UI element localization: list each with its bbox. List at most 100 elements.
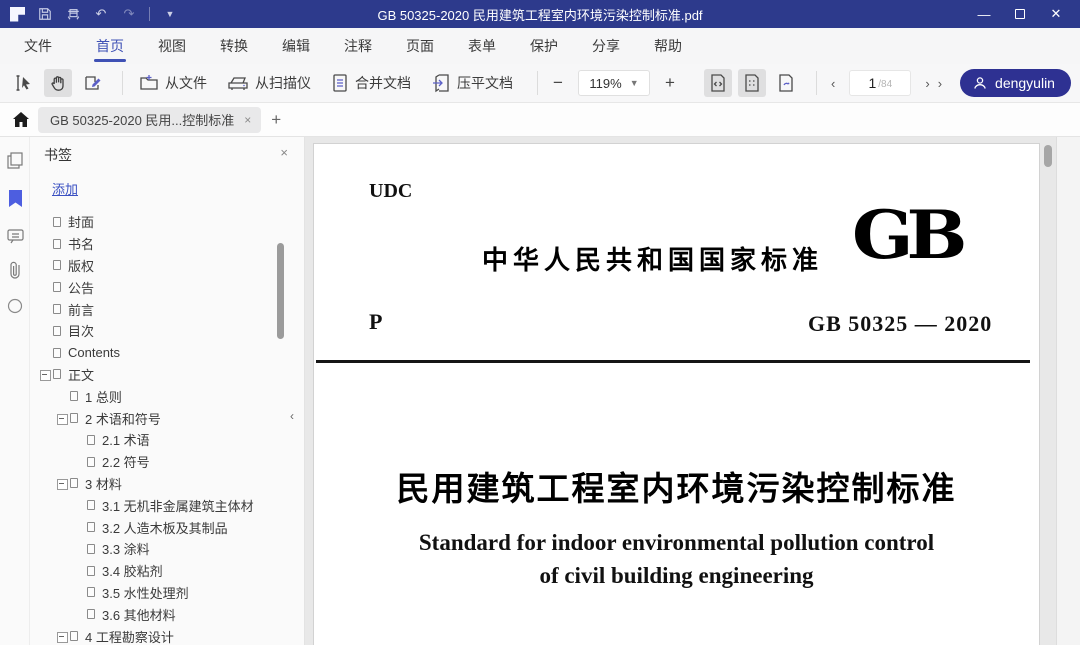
tree-spacer <box>74 544 87 553</box>
bookmark-label: 3.6 其他材料 <box>102 605 176 624</box>
bookmark-item[interactable]: 2 术语和符号 <box>40 407 274 429</box>
add-bookmark-link[interactable]: 添加 <box>52 179 78 198</box>
page-number-input[interactable]: 1 /84 <box>849 70 911 96</box>
bookmark-icon <box>87 522 95 532</box>
application-window: ↶ ↷ ▼ GB 50325-2020 民用建筑工程室内环境污染控制标准.pdf… <box>0 0 1080 645</box>
bookmark-icon <box>87 587 95 597</box>
previous-page-button[interactable]: ‹ <box>827 76 839 91</box>
menubar: 文件 首页视图转换编辑注释页面表单保护分享帮助 <box>0 28 1080 64</box>
bookmark-item[interactable]: 2.2 符号 <box>40 451 274 473</box>
reflow-view-button[interactable] <box>772 69 800 97</box>
viewer-scrollbar-thumb[interactable] <box>1044 145 1052 167</box>
home-tab-button[interactable] <box>8 112 34 127</box>
bookmark-item[interactable]: 公告 <box>40 276 274 298</box>
bookmark-item[interactable]: 4 工程勘察设计 <box>40 625 274 645</box>
bookmark-item[interactable]: 前言 <box>40 298 274 320</box>
bookmark-item[interactable]: 3.6 其他材料 <box>40 603 274 625</box>
redo-icon[interactable]: ↷ <box>121 6 137 22</box>
zoom-level-value: 119% <box>589 76 621 91</box>
collapse-panel-handle[interactable]: ‹ <box>290 409 294 423</box>
menu-tab[interactable]: 页面 <box>404 28 436 64</box>
bookmark-item[interactable]: 书名 <box>40 233 274 255</box>
create-from-scanner-button[interactable]: 从扫描仪 <box>221 69 317 97</box>
menu-tab[interactable]: 保护 <box>528 28 560 64</box>
bookmark-label: 2 术语和符号 <box>85 409 161 428</box>
menu-tab[interactable]: 编辑 <box>280 28 312 64</box>
bookmark-item[interactable]: 正文 <box>40 364 274 386</box>
bookmarks-panel-button[interactable] <box>6 189 24 207</box>
menu-tab[interactable]: 分享 <box>590 28 622 64</box>
tree-spacer <box>74 457 87 466</box>
menu-tab[interactable]: 视图 <box>156 28 188 64</box>
menu-tab[interactable]: 表单 <box>466 28 498 64</box>
save-icon[interactable] <box>37 6 53 22</box>
undo-icon[interactable]: ↶ <box>93 6 109 22</box>
bookmark-item[interactable]: 3.2 人造木板及其制品 <box>40 516 274 538</box>
bookmark-item[interactable]: 目次 <box>40 320 274 342</box>
bookmark-item[interactable]: 3.3 涂料 <box>40 538 274 560</box>
horizontal-rule <box>316 360 1030 363</box>
user-name-label: dengyulin <box>995 75 1055 91</box>
select-tool-button[interactable] <box>10 69 38 97</box>
attachments-panel-button[interactable] <box>6 261 24 279</box>
menu-tab[interactable]: 首页 <box>94 28 126 64</box>
collapse-toggle-icon[interactable] <box>57 414 70 423</box>
pdf-viewer[interactable]: UDC 中华人民共和国国家标准 GB P GB 50325 — 2020 民用建… <box>305 137 1056 645</box>
typewriter-icon[interactable] <box>65 6 81 22</box>
customize-toolbar-dropdown-icon[interactable]: ▼ <box>162 6 178 22</box>
hand-tool-button[interactable] <box>44 69 72 97</box>
more-navigation-button[interactable]: › <box>934 76 946 91</box>
bookmark-item[interactable]: 3.1 无机非金属建筑主体材 <box>40 494 274 516</box>
menu-tab[interactable]: 转换 <box>218 28 250 64</box>
tree-spacer <box>57 392 70 401</box>
zoom-out-button[interactable]: − <box>548 73 568 93</box>
close-tab-icon[interactable]: × <box>244 113 251 127</box>
bookmark-icon <box>87 609 95 619</box>
maximize-button[interactable] <box>1006 3 1034 25</box>
bookmark-label: 公告 <box>68 278 94 297</box>
comments-panel-button[interactable] <box>6 227 24 245</box>
bookmark-item[interactable]: Contents <box>40 342 274 364</box>
document-tab-active[interactable]: GB 50325-2020 民用...控制标准 × <box>38 107 261 133</box>
bookmark-item[interactable]: 3.4 胶粘剂 <box>40 560 274 582</box>
menu-tab[interactable]: 帮助 <box>652 28 684 64</box>
zoom-in-button[interactable]: + <box>660 73 680 93</box>
zoom-level-select[interactable]: 119% ▼ <box>578 70 650 96</box>
flatten-document-button[interactable]: 压平文档 <box>425 69 519 97</box>
new-tab-button[interactable]: + <box>271 110 281 130</box>
menu-tab[interactable]: 文件 <box>22 28 54 64</box>
tree-spacer <box>74 566 87 575</box>
bookmark-item[interactable]: 3.5 水性处理剂 <box>40 582 274 604</box>
collapse-toggle-icon[interactable] <box>57 479 70 488</box>
close-button[interactable]: ✕ <box>1042 3 1070 25</box>
bookmark-icon <box>53 282 61 292</box>
page-thumbnails-panel-button[interactable] <box>6 151 24 169</box>
document-title-english-line1: Standard for indoor environmental pollut… <box>314 530 1039 556</box>
collapse-toggle-icon[interactable] <box>40 370 53 379</box>
bookmark-item[interactable]: 3 材料 <box>40 473 274 495</box>
titlebar-separator <box>149 7 150 21</box>
bookmark-item[interactable]: 版权 <box>40 255 274 277</box>
create-from-file-button[interactable]: 从文件 <box>133 69 213 97</box>
edit-tool-button[interactable] <box>78 69 106 97</box>
minimize-button[interactable]: — <box>970 3 998 25</box>
single-page-view-button[interactable] <box>704 69 732 97</box>
collapse-toggle-icon[interactable] <box>57 632 70 641</box>
flatten-document-label: 压平文档 <box>457 73 513 93</box>
continuous-page-view-button[interactable] <box>738 69 766 97</box>
bookmarks-scrollbar-thumb[interactable] <box>277 243 284 339</box>
menu-tab[interactable]: 注释 <box>342 28 374 64</box>
tree-spacer <box>74 610 87 619</box>
tree-spacer <box>40 217 53 226</box>
main-area: 书签 × 添加 封面书名版权公告前言目次Contents正文1 总则2 术语和符… <box>0 137 1080 645</box>
layers-panel-button[interactable] <box>6 297 24 315</box>
bookmark-item[interactable]: 2.1 术语 <box>40 429 274 451</box>
bookmark-item[interactable]: 1 总则 <box>40 385 274 407</box>
user-account-button[interactable]: dengyulin <box>960 69 1071 97</box>
merge-documents-button[interactable]: 合并文档 <box>325 69 417 97</box>
next-page-button[interactable]: › <box>921 76 933 91</box>
bookmark-icon <box>70 391 78 401</box>
bookmark-label: 书名 <box>68 234 94 253</box>
bookmark-item[interactable]: 封面 <box>40 211 274 233</box>
close-panel-icon[interactable]: × <box>280 145 288 160</box>
